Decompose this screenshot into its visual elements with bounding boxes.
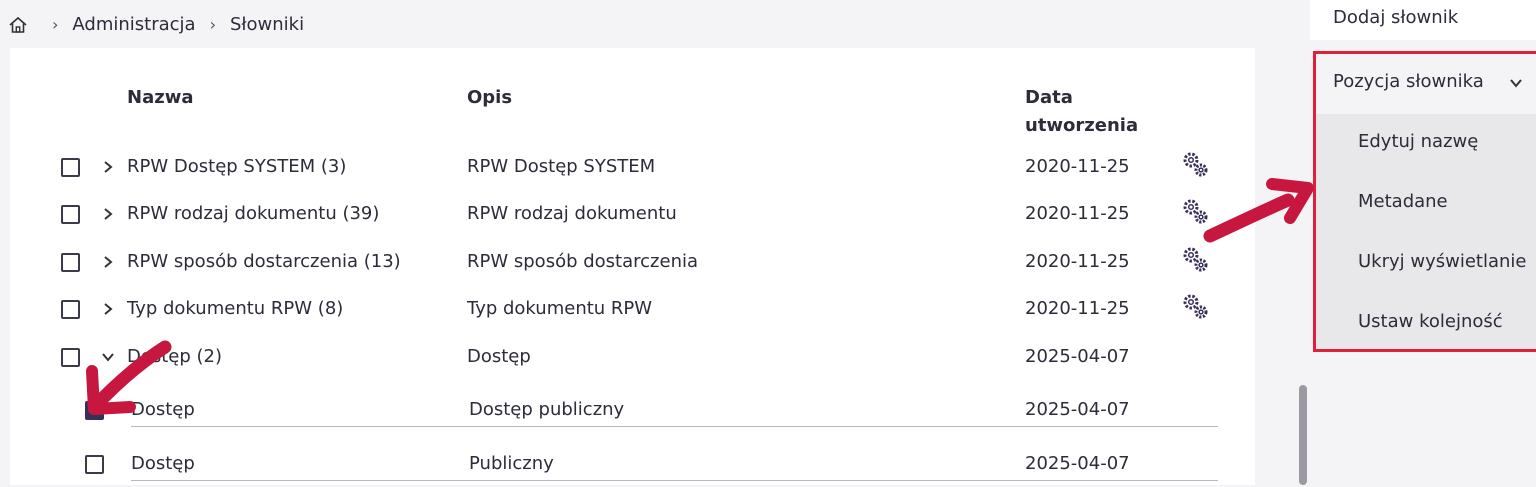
- row-date: 2020-11-25: [1025, 156, 1130, 177]
- chevron-right-icon[interactable]: [101, 207, 115, 221]
- dictionary-item-menu: Pozycja słownika Edytuj nazwę Metadane U…: [1313, 51, 1536, 352]
- chevron-right-icon[interactable]: [101, 255, 115, 269]
- table-row[interactable]: RPW rodzaj dokumentu (39) RPW rodzaj dok…: [10, 191, 1255, 237]
- row-description: Dostęp: [467, 346, 531, 367]
- row-checkbox[interactable]: [85, 455, 104, 474]
- breadcrumb-item-dictionaries[interactable]: Słowniki: [230, 14, 304, 35]
- row-date: 2025-04-07: [1025, 453, 1130, 474]
- row-name: Dostęp: [131, 399, 195, 420]
- row-description: RPW Dostęp SYSTEM: [467, 156, 656, 177]
- chevron-down-icon: [1510, 79, 1522, 88]
- row-description: Publiczny: [469, 453, 554, 474]
- scrollbar-thumb[interactable]: [1299, 385, 1307, 485]
- chevron-right-icon[interactable]: [101, 302, 115, 316]
- add-dictionary-label: Dodaj słownik: [1333, 7, 1459, 28]
- row-checkbox[interactable]: [61, 158, 80, 177]
- gear-icon[interactable]: [1180, 149, 1210, 179]
- chevron-right-icon: ›: [209, 15, 216, 34]
- column-header-description[interactable]: Opis: [467, 84, 512, 112]
- table-row[interactable]: RPW sposób dostarczenia (13) RPW sposób …: [10, 239, 1255, 285]
- add-dictionary-button[interactable]: Dodaj słownik: [1310, 0, 1536, 40]
- row-description: RPW sposób dostarczenia: [467, 251, 699, 272]
- table-row[interactable]: RPW Dostęp SYSTEM (3) RPW Dostęp SYSTEM …: [10, 144, 1255, 190]
- checkmark-icon: [89, 406, 100, 415]
- row-name: RPW sposób dostarczenia (13): [127, 251, 401, 272]
- chevron-down-icon[interactable]: [101, 350, 115, 364]
- menu-item-hide-display[interactable]: Ukryj wyświetlanie: [1358, 251, 1527, 272]
- column-header-date[interactable]: Data utworzenia: [1025, 84, 1138, 140]
- row-divider: [131, 480, 1218, 481]
- dictionary-item-label: Pozycja słownika: [1333, 71, 1484, 92]
- top-bar: › Administracja › Słowniki: [0, 0, 1290, 48]
- row-date: 2020-11-25: [1025, 298, 1130, 319]
- row-checkbox[interactable]: [61, 253, 80, 272]
- row-date: 2020-11-25: [1025, 203, 1130, 224]
- row-description: Typ dokumentu RPW: [467, 298, 653, 319]
- gear-icon[interactable]: [1180, 291, 1210, 321]
- menu-item-metadata[interactable]: Metadane: [1358, 191, 1448, 212]
- row-checkbox[interactable]: [61, 300, 80, 319]
- gear-icon[interactable]: [1180, 244, 1210, 274]
- dictionary-table: Nazwa Opis Data utworzenia RPW Dostęp SY…: [10, 48, 1255, 485]
- home-icon[interactable]: [8, 15, 28, 35]
- chevron-right-icon: ›: [52, 15, 59, 34]
- row-name: RPW rodzaj dokumentu (39): [127, 203, 380, 224]
- side-menu: Dodaj słownik Pozycja słownika Edytuj na…: [1310, 0, 1536, 485]
- row-date: 2020-11-25: [1025, 251, 1130, 272]
- menu-item-edit-name[interactable]: Edytuj nazwę: [1358, 131, 1478, 152]
- row-name: Typ dokumentu RPW (8): [127, 298, 344, 319]
- dictionary-item-toggle[interactable]: Pozycja słownika: [1316, 54, 1536, 114]
- row-date: 2025-04-07: [1025, 346, 1130, 367]
- table-row[interactable]: Typ dokumentu RPW (8) Typ dokumentu RPW …: [10, 286, 1255, 332]
- row-date: 2025-04-07: [1025, 399, 1130, 420]
- menu-item-set-order[interactable]: Ustaw kolejność: [1358, 311, 1503, 332]
- row-checkbox-checked[interactable]: [85, 401, 104, 420]
- row-name: RPW Dostęp SYSTEM (3): [127, 156, 347, 177]
- row-divider: [131, 426, 1218, 427]
- gear-icon[interactable]: [1180, 196, 1210, 226]
- row-name: Dostęp (2): [127, 346, 223, 367]
- row-name: Dostęp: [131, 453, 195, 474]
- column-header-name[interactable]: Nazwa: [127, 84, 193, 112]
- breadcrumb-item-administration[interactable]: Administracja: [72, 14, 195, 35]
- table-row[interactable]: Dostęp (2) Dostęp 2025-04-07: [10, 334, 1255, 380]
- row-description: Dostęp publiczny: [469, 399, 625, 420]
- row-checkbox[interactable]: [61, 205, 80, 224]
- row-checkbox[interactable]: [61, 348, 80, 367]
- chevron-right-icon[interactable]: [101, 160, 115, 174]
- breadcrumb: › Administracja › Słowniki: [8, 14, 304, 35]
- row-description: RPW rodzaj dokumentu: [467, 203, 677, 224]
